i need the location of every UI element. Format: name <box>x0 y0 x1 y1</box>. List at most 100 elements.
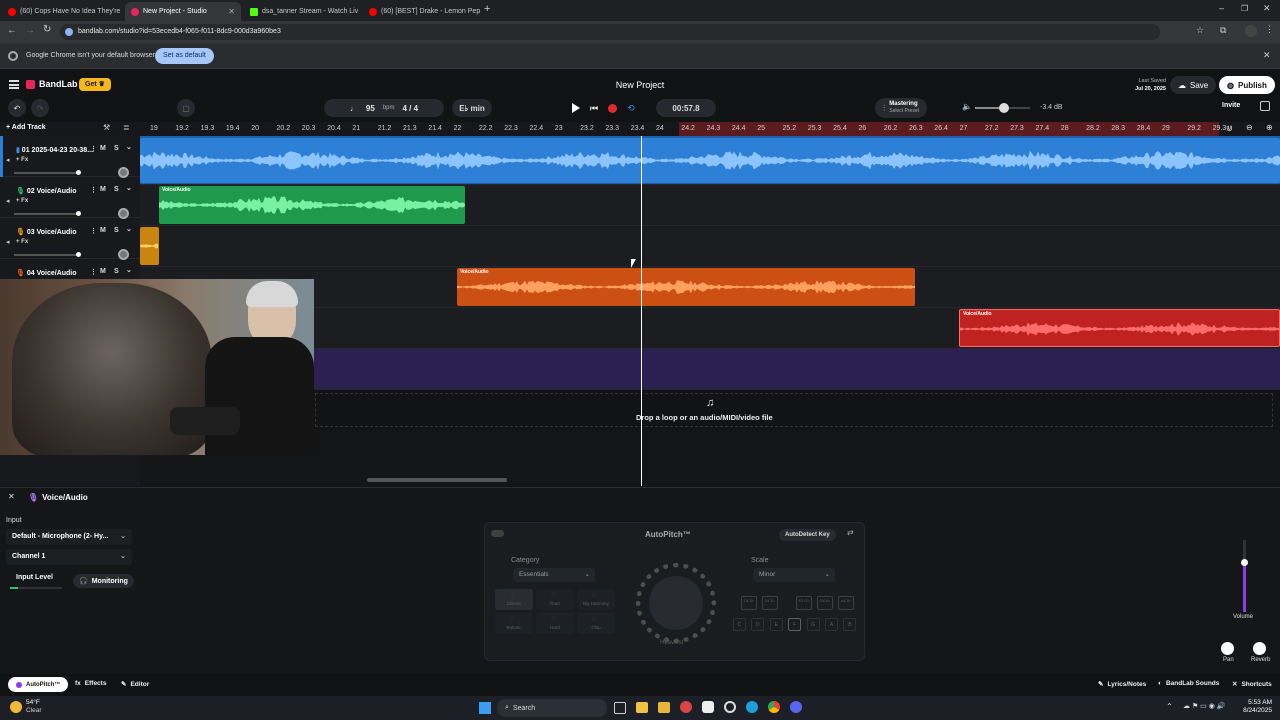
effect-preset-button[interactable]: ◌ Duet <box>536 589 574 610</box>
key-button-natural[interactable]: B <box>843 618 857 631</box>
track-lane-3[interactable] <box>140 226 1280 267</box>
volume-fader[interactable] <box>1241 540 1248 612</box>
record-icon[interactable] <box>608 103 618 113</box>
taskbar-search[interactable]: ⌕ Search <box>497 699 607 717</box>
menu-icon[interactable]: ⋮ <box>1265 24 1274 35</box>
track-volume-slider[interactable] <box>14 211 81 216</box>
mute-button[interactable]: M <box>100 186 106 193</box>
reload-icon[interactable]: ↻ <box>43 24 51 35</box>
timeline-ruler[interactable]: 19 19.2 19.3 19.4 20 20.2 20.3 20.4 21 21.2 21.3 21… <box>140 122 1280 136</box>
app-icon-capcut[interactable] <box>702 701 714 713</box>
lock-button[interactable]: ▢ <box>177 99 195 117</box>
track-lane-1[interactable] <box>140 136 1280 185</box>
mute-button[interactable]: M <box>100 145 106 152</box>
mastering-button[interactable]: ⫶ Mastering Select Preset <box>875 98 928 118</box>
extensions-icon[interactable]: ⧉ <box>1220 25 1226 36</box>
zoom-in-icon[interactable]: ⊕ <box>1266 123 1273 132</box>
folder-icon[interactable] <box>658 702 670 713</box>
autopitch-tab[interactable]: AutoPitch™ <box>8 677 69 692</box>
menu-icon[interactable] <box>9 80 19 89</box>
add-fx-button[interactable]: + Fx <box>16 239 28 245</box>
chevron-down-icon[interactable]: ⌄ <box>126 143 132 151</box>
scale-select[interactable]: Minor ⌄ <box>753 568 835 582</box>
key-button-natural[interactable]: D <box>751 618 765 631</box>
slider-thumb[interactable] <box>76 252 81 257</box>
plugin-toggle[interactable] <box>491 530 504 537</box>
chevron-down-icon[interactable]: ⌄ <box>126 225 132 233</box>
filter-icon[interactable]: ≣ <box>123 123 130 132</box>
browser-tab-active[interactable]: New Project - Studio ✕ <box>125 2 241 21</box>
key-selector[interactable]: E♭ min <box>452 99 492 117</box>
pan-knob[interactable] <box>118 249 129 260</box>
audio-clip[interactable] <box>140 227 159 265</box>
close-icon[interactable]: ✕ <box>228 7 235 16</box>
mute-button[interactable]: M <box>100 268 106 275</box>
pan-knob[interactable] <box>118 208 129 219</box>
close-panel-icon[interactable]: ✕ <box>8 492 15 501</box>
effects-tab[interactable]: fx Effects <box>75 680 106 687</box>
slider-thumb[interactable] <box>999 103 1009 113</box>
track-lane-2[interactable]: Voice/Audio <box>140 185 1280 226</box>
effect-preset-button[interactable]: ◌ Big Harmony <box>577 589 615 610</box>
url-input[interactable]: bandlab.com/studio?id=53ecedb4-f065-f011… <box>60 24 1160 40</box>
audio-clip[interactable] <box>140 138 1280 183</box>
drop-zone[interactable]: ♫ Drop a loop or an audio/MIDI/video fil… <box>315 393 1273 427</box>
kebab-icon[interactable]: ⋮ <box>90 227 97 235</box>
minimize-icon[interactable]: – <box>1219 3 1224 13</box>
back-icon[interactable]: ← <box>7 25 17 36</box>
maximize-icon[interactable]: ❐ <box>1241 4 1248 13</box>
forward-icon[interactable]: → <box>25 25 35 36</box>
weather-widget[interactable]: 54°F Clear <box>10 699 70 717</box>
effect-preset-button[interactable]: ◌ Classic <box>495 589 533 610</box>
solo-button[interactable]: S <box>114 227 119 234</box>
slider-thumb[interactable] <box>76 211 81 216</box>
app-icon-refresh[interactable] <box>724 701 736 713</box>
track-expand-icon[interactable]: ◂ <box>6 197 10 205</box>
key-button-sharp[interactable]: D♯ E♭ <box>762 596 778 610</box>
browser-tab[interactable]: (60) Cops Have No Idea They're ✕ <box>2 2 124 21</box>
solo-button[interactable]: S <box>114 145 119 152</box>
tuner-icon[interactable]: ⚒ <box>103 123 110 132</box>
add-fx-button[interactable]: + Fx <box>16 198 28 204</box>
effect-preset-button[interactable]: ◌ Robotic <box>495 613 533 634</box>
publish-button[interactable]: ◍ Publish <box>1219 76 1275 94</box>
clock[interactable]: 5:53 AM 8/24/2025 <box>1232 699 1272 715</box>
profile-avatar[interactable] <box>1245 25 1257 37</box>
browser-tab[interactable]: dsa_tanner Stream - Watch Liv ✕ <box>244 2 360 21</box>
new-tab-icon[interactable]: + <box>484 3 490 15</box>
window-close-icon[interactable]: ✕ <box>1263 3 1271 14</box>
track-volume-slider[interactable] <box>14 170 81 175</box>
track-volume-slider[interactable] <box>14 252 81 257</box>
audio-clip[interactable]: Voice/Audio <box>457 268 915 306</box>
site-info-icon[interactable] <box>65 28 73 36</box>
kebab-icon[interactable]: ⋮ <box>90 186 97 194</box>
pan-knob[interactable] <box>118 167 129 178</box>
add-track-button[interactable]: + Add Track <box>6 124 46 131</box>
discord-icon[interactable] <box>790 701 802 713</box>
bpm-value[interactable]: 95 <box>366 104 375 113</box>
key-button-natural[interactable]: E <box>769 618 783 631</box>
category-select[interactable]: Essentials ⌄ <box>513 568 595 582</box>
add-fx-button[interactable]: + Fx <box>16 157 28 163</box>
task-view-icon[interactable] <box>614 702 626 714</box>
chevron-down-icon[interactable]: ⌄ <box>126 266 132 274</box>
zoom-out-icon[interactable]: ⊖ <box>1246 123 1253 132</box>
lyrics-tab[interactable]: ✎ Lyrics/Notes <box>1098 680 1146 689</box>
input-device-select[interactable]: Default - Microphone (2- Hy... ⌄ <box>6 529 132 545</box>
set-default-button[interactable]: Set as default <box>155 48 214 64</box>
solo-button[interactable]: S <box>114 186 119 193</box>
key-button-sharp[interactable]: C♯ D♭ <box>741 596 757 610</box>
horizontal-scrollbar[interactable] <box>367 478 507 482</box>
file-explorer-icon[interactable] <box>636 702 648 713</box>
key-button-sharp[interactable]: F♯ G♭ <box>796 596 812 610</box>
chat-icon[interactable] <box>1260 101 1270 111</box>
monitoring-button[interactable]: 🎧 Monitoring <box>73 574 134 588</box>
speaker-icon[interactable]: 🔈 <box>962 102 972 111</box>
amount-knob[interactable] <box>636 563 716 643</box>
loop-icon[interactable]: ⟲ <box>627 103 635 114</box>
key-button-natural[interactable]: C <box>733 618 746 631</box>
key-button-natural[interactable]: G <box>806 618 820 631</box>
edge-icon[interactable] <box>746 701 758 713</box>
tray-icons[interactable]: ☁ ⚑ ▭ ◉ 🔊 <box>1183 702 1226 710</box>
bandlab-logo[interactable]: BandLab <box>26 79 78 89</box>
